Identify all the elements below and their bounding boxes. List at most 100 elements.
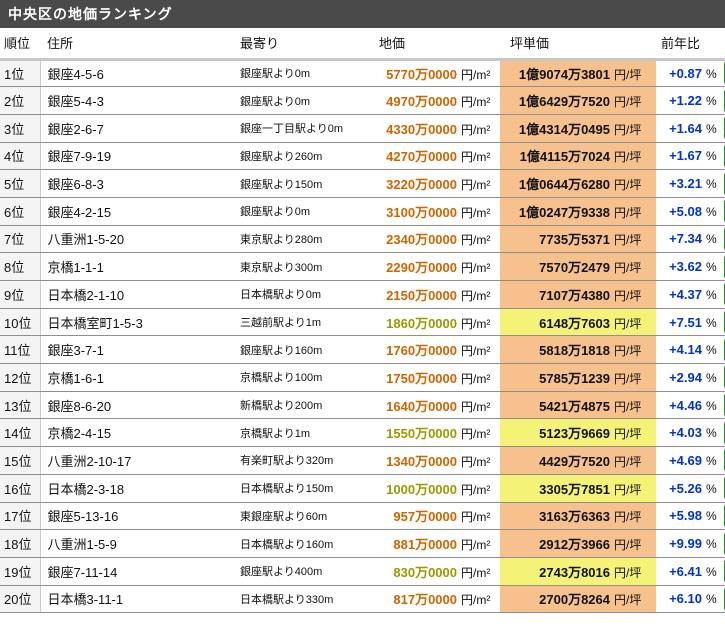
yoy-value: +1.22 xyxy=(669,93,702,109)
tsubo-value: 1億4314万0495 xyxy=(518,121,610,137)
rank-cell: 9位 xyxy=(0,280,41,309)
station-cell: 銀座駅より0m xyxy=(236,197,362,226)
tsubo-unit: 円/坪 xyxy=(614,399,642,414)
column-header-station: 最寄り xyxy=(236,28,362,61)
tsubo-cell: 3305万7851 円/坪 xyxy=(500,474,656,503)
address-cell: 京橋1-6-1 xyxy=(40,363,236,392)
tsubo-unit: 円/坪 xyxy=(614,178,642,193)
yoy-cell: +2.94% xyxy=(656,363,722,392)
station-cell: 銀座駅より150m xyxy=(236,169,362,198)
table-header-row: 順位 住所 最寄り 地価 坪単価 前年比 xyxy=(0,28,725,61)
yoy-cell: +5.08% xyxy=(656,197,722,226)
tsubo-unit: 円/坪 xyxy=(614,233,642,248)
station-cell: 銀座駅より160m xyxy=(236,335,362,365)
yoy-unit: % xyxy=(706,426,717,441)
yoy-unit: % xyxy=(706,66,717,81)
rank-cell: 10位 xyxy=(0,308,41,337)
table-row: 20位 日本橋3-11-1 日本橋駅より330m 817万0000 円/m² 27… xyxy=(0,585,725,614)
table-row: 8位 京橋1-1-1 東京駅より300m 2290万0000 円/m² 7570万… xyxy=(0,252,725,281)
tsubo-unit: 円/坪 xyxy=(614,205,642,220)
price-cell: 1550万0000 円/m² xyxy=(362,418,500,448)
land-price-ranking-page: 中央区の地価ランキング 順位 住所 最寄り 地価 坪単価 前年比 1位 銀座4-… xyxy=(0,0,725,636)
column-header-price: 地価 xyxy=(362,28,500,61)
price-unit: 円/m² xyxy=(461,95,491,110)
price-unit: 円/m² xyxy=(461,538,491,553)
rank-cell: 19位 xyxy=(0,557,41,586)
station-cell: 日本橋駅より160m xyxy=(236,529,362,558)
table-header: 順位 住所 最寄り 地価 坪単価 前年比 xyxy=(0,28,725,61)
tsubo-cell: 7735万5371 円/坪 xyxy=(500,225,656,254)
price-value: 881万0000 xyxy=(393,537,457,553)
yoy-value: +5.26 xyxy=(669,480,702,496)
price-cell: 1750万0000 円/m² xyxy=(362,363,500,392)
price-value: 5770万0000 xyxy=(386,66,457,82)
rank-cell: 8位 xyxy=(0,252,41,281)
rank-cell: 12位 xyxy=(0,363,41,392)
column-header-yoy: 前年比 xyxy=(656,28,722,61)
tsubo-value: 5785万1239 xyxy=(539,370,610,386)
yoy-unit: % xyxy=(706,343,717,358)
price-value: 3100万0000 xyxy=(386,204,457,220)
yoy-unit: % xyxy=(706,398,717,413)
price-cell: 3220万0000 円/m² xyxy=(362,169,500,198)
price-cell: 830万0000 円/m² xyxy=(362,557,500,586)
tsubo-cell: 2700万8264 円/坪 xyxy=(500,585,656,614)
price-value: 2150万0000 xyxy=(386,287,457,303)
price-unit: 円/m² xyxy=(461,427,491,442)
yoy-unit: % xyxy=(706,537,717,552)
price-unit: 円/m² xyxy=(461,316,491,331)
tsubo-unit: 円/坪 xyxy=(614,261,642,276)
tsubo-cell: 1億6429万7520 円/坪 xyxy=(500,86,656,115)
table-row: 9位 日本橋2-1-10 日本橋駅より0m 2150万0000 円/m² 7107… xyxy=(0,280,725,309)
address-cell: 日本橋2-1-10 xyxy=(40,280,236,309)
station-cell: 東銀座駅より60m xyxy=(236,502,362,531)
station-cell: 東京駅より300m xyxy=(236,252,362,281)
price-cell: 1640万0000 円/m² xyxy=(362,391,500,420)
tsubo-value: 1億9074万3801 xyxy=(518,66,610,82)
price-cell: 1760万0000 円/m² xyxy=(362,335,500,365)
station-cell: 銀座駅より260m xyxy=(236,142,362,171)
tsubo-value: 3163万6363 xyxy=(539,509,610,525)
price-cell: 1000万0000 円/m² xyxy=(362,474,500,503)
page-title: 中央区の地価ランキング xyxy=(0,0,725,28)
address-cell: 日本橋2-3-18 xyxy=(40,474,236,503)
yoy-unit: % xyxy=(706,370,717,385)
tsubo-unit: 円/坪 xyxy=(614,510,642,525)
rank-cell: 6位 xyxy=(0,197,41,226)
yoy-unit: % xyxy=(706,149,717,164)
price-unit: 円/m² xyxy=(461,122,491,137)
rank-cell: 2位 xyxy=(0,86,41,115)
yoy-cell: +3.21% xyxy=(656,169,722,198)
tsubo-value: 1億4115万7024 xyxy=(519,149,610,165)
tsubo-cell: 4429万7520 円/坪 xyxy=(500,446,656,475)
yoy-unit: % xyxy=(706,453,717,468)
tsubo-value: 5123万9669 xyxy=(539,426,610,442)
address-cell: 銀座8-6-20 xyxy=(40,391,236,420)
price-unit: 円/m² xyxy=(461,482,491,497)
yoy-unit: % xyxy=(706,592,717,607)
table-body: 1位 銀座4-5-6 銀座駅より0m 5770万0000 円/m² 1億9074万… xyxy=(0,59,725,614)
price-cell: 817万0000 円/m² xyxy=(362,585,500,614)
yoy-value: +5.98 xyxy=(669,508,702,524)
yoy-value: +4.69 xyxy=(669,452,702,468)
rank-cell: 18位 xyxy=(0,529,41,558)
column-header-tsubo: 坪単価 xyxy=(500,28,656,61)
price-value: 4330万0000 xyxy=(386,121,457,137)
tsubo-value: 7735万5371 xyxy=(539,232,610,248)
station-cell: 銀座駅より0m xyxy=(236,59,362,88)
tsubo-cell: 5785万1239 円/坪 xyxy=(500,363,656,392)
yoy-cell: +4.03% xyxy=(656,418,722,448)
tsubo-unit: 円/坪 xyxy=(614,565,642,580)
tsubo-unit: 円/坪 xyxy=(614,371,642,386)
table-row: 6位 銀座4-2-15 銀座駅より0m 3100万0000 円/m² 1億0247… xyxy=(0,197,725,226)
yoy-value: +4.46 xyxy=(669,397,702,413)
address-cell: 銀座5-13-16 xyxy=(40,502,236,531)
address-cell: 八重洲1-5-9 xyxy=(40,529,236,558)
tsubo-unit: 円/坪 xyxy=(614,95,642,110)
price-cell: 1340万0000 円/m² xyxy=(362,446,500,475)
address-cell: 銀座2-6-7 xyxy=(40,114,236,143)
tsubo-cell: 7107万4380 円/坪 xyxy=(500,280,656,309)
tsubo-value: 7107万4380 xyxy=(539,287,610,303)
tsubo-cell: 1億4314万0495 円/坪 xyxy=(500,114,656,143)
table-row: 12位 京橋1-6-1 京橋駅より100m 1750万0000 円/m² 5785… xyxy=(0,363,725,392)
